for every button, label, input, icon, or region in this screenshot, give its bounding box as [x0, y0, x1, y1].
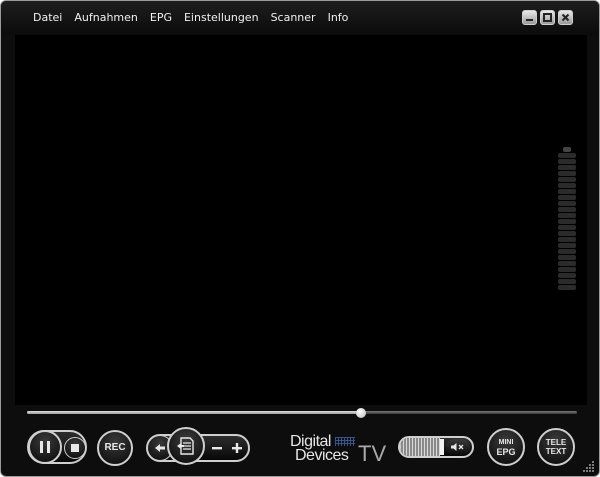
- pause-icon: [40, 441, 50, 453]
- mute-button[interactable]: [446, 439, 470, 455]
- seek-handle[interactable]: [355, 408, 366, 418]
- back-arrow-icon: [155, 444, 165, 452]
- signal-meter-segment: [558, 153, 576, 158]
- menu-item-aufnahmen[interactable]: Aufnahmen: [68, 9, 144, 27]
- menu-item-datei[interactable]: Datei: [27, 9, 68, 27]
- signal-meter-segment: [563, 147, 571, 152]
- signal-meter-segment: [558, 249, 576, 254]
- video-area[interactable]: [15, 35, 587, 405]
- volume-handle[interactable]: [440, 439, 444, 455]
- minimize-button[interactable]: [522, 10, 537, 25]
- brand-word-devices: Devices: [295, 447, 349, 464]
- teletext-button[interactable]: TELE TEXT: [537, 428, 575, 466]
- minus-icon: [212, 447, 222, 450]
- seek-progress: [27, 411, 361, 414]
- signal-meter-segment: [558, 243, 576, 248]
- close-icon: [561, 13, 570, 22]
- signal-meter-segment: [558, 201, 576, 206]
- pause-button[interactable]: [28, 430, 62, 464]
- channel-list-button[interactable]: [167, 427, 205, 465]
- signal-meter-segment: [558, 225, 576, 230]
- resize-grip-icon[interactable]: [583, 460, 595, 472]
- teletext-label-bottom: TEXT: [545, 447, 567, 456]
- maximize-button[interactable]: [540, 10, 555, 25]
- signal-meter-segment: [558, 267, 576, 272]
- maximize-icon: [543, 13, 552, 22]
- volume-control[interactable]: [398, 436, 474, 458]
- signal-meter-segment: [558, 255, 576, 260]
- seek-bar[interactable]: [27, 408, 577, 418]
- signal-meter-segment: [558, 237, 576, 242]
- brand-logo: Digital Devices TV: [287, 433, 387, 466]
- channel-up-button[interactable]: [226, 437, 248, 459]
- signal-meter-segment: [558, 207, 576, 212]
- close-button[interactable]: [558, 10, 573, 25]
- menu-bar: Datei Aufnahmen EPG Einstellungen Scanne…: [27, 9, 354, 27]
- signal-meter-segment: [558, 285, 576, 290]
- signal-meter-segment: [558, 177, 576, 182]
- signal-meter-segment: [558, 183, 576, 188]
- signal-meter-segment: [558, 171, 576, 176]
- signal-meter-segment: [558, 219, 576, 224]
- signal-meter-segment: [558, 165, 576, 170]
- signal-level-meter: [558, 147, 576, 295]
- signal-meter-segment: [558, 195, 576, 200]
- stop-icon: [71, 444, 79, 452]
- menu-item-scanner[interactable]: Scanner: [265, 9, 322, 27]
- signal-meter-segment: [558, 273, 576, 278]
- menu-item-einstellungen[interactable]: Einstellungen: [178, 9, 265, 27]
- window-controls: [522, 10, 573, 25]
- minimize-icon: [526, 19, 533, 21]
- stop-button[interactable]: [64, 437, 86, 459]
- brand-word-tv: TV: [358, 441, 387, 466]
- record-button[interactable]: REC: [97, 430, 133, 466]
- signal-meter-segment: [558, 231, 576, 236]
- signal-meter-segment: [558, 279, 576, 284]
- brand-grid-mark: [335, 437, 355, 446]
- teletext-label-top: TELE: [545, 438, 567, 447]
- menu-item-epg[interactable]: EPG: [144, 9, 178, 27]
- volume-level: [400, 438, 440, 456]
- record-label: REC: [104, 442, 126, 453]
- channel-down-button[interactable]: [206, 437, 228, 459]
- mini-epg-label-top: MINI: [498, 438, 514, 446]
- mini-epg-label-bottom: EPG: [496, 446, 516, 457]
- speaker-mute-icon: [451, 443, 464, 451]
- signal-meter-segment: [558, 159, 576, 164]
- document-icon: [177, 437, 194, 455]
- tv-player-window: Datei Aufnahmen EPG Einstellungen Scanne…: [0, 0, 600, 477]
- menu-item-info[interactable]: Info: [322, 9, 355, 27]
- plus-icon: [232, 443, 242, 453]
- signal-meter-segment: [558, 189, 576, 194]
- mini-epg-button[interactable]: MINI EPG: [487, 428, 525, 466]
- signal-meter-segment: [558, 213, 576, 218]
- control-bar: REC Digital Devices TV MINI EPG TELE TEX…: [1, 421, 599, 476]
- title-bar: Datei Aufnahmen EPG Einstellungen Scanne…: [1, 1, 599, 35]
- signal-meter-segment: [558, 261, 576, 266]
